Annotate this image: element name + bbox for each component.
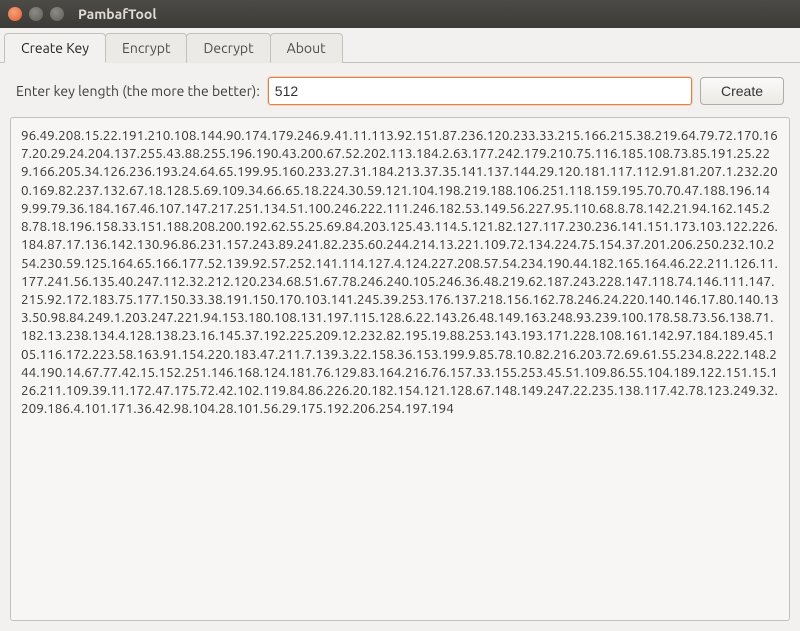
tab-label: Encrypt	[122, 40, 170, 56]
key-length-label: Enter key length (the more the better):	[16, 83, 260, 99]
maximize-icon[interactable]	[50, 7, 64, 21]
tab-decrypt[interactable]: Decrypt	[186, 33, 270, 63]
key-output: 96.49.208.15.22.191.210.108.144.90.174.1…	[10, 117, 790, 621]
tab-label: About	[287, 40, 326, 56]
client-area: Create Key Encrypt Decrypt About Enter k…	[0, 28, 800, 628]
tab-content: Enter key length (the more the better): …	[0, 63, 800, 631]
window-title: PambafTool	[78, 6, 157, 22]
close-icon[interactable]	[8, 7, 22, 21]
tab-create-key[interactable]: Create Key	[4, 33, 106, 63]
window-titlebar: PambafTool	[0, 0, 800, 28]
minimize-icon[interactable]	[29, 7, 43, 21]
tab-label: Decrypt	[203, 40, 253, 56]
create-button[interactable]: Create	[700, 77, 784, 105]
tab-encrypt[interactable]: Encrypt	[105, 33, 187, 63]
tab-about[interactable]: About	[270, 33, 343, 63]
window-controls	[8, 7, 64, 21]
tab-bar: Create Key Encrypt Decrypt About	[0, 28, 800, 63]
key-length-row: Enter key length (the more the better): …	[10, 77, 790, 105]
tab-label: Create Key	[21, 40, 89, 56]
key-length-input[interactable]	[268, 77, 692, 105]
